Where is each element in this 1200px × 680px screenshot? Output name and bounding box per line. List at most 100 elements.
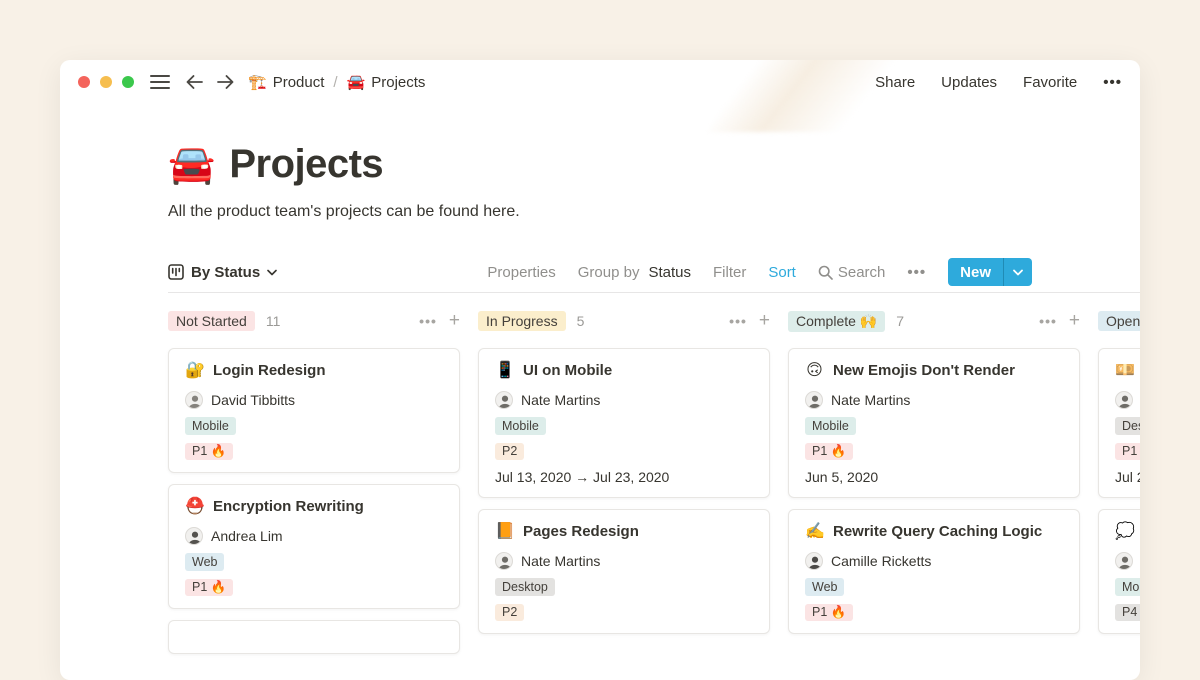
view-switcher[interactable]: By Status (168, 264, 277, 281)
column-count: 5 (577, 313, 585, 329)
column-in-progress: In Progress 5 ••• + 📱 UI on Mobile (478, 309, 770, 654)
upside-down-face-icon: 🙃 (805, 360, 824, 380)
platform-tag: Mobile (1115, 578, 1140, 596)
search-label: Search (838, 264, 886, 281)
board-card[interactable]: 📱 UI on Mobile Nate Martins Mobile P2 (478, 348, 770, 498)
writing-hand-icon: ✍️ (805, 521, 824, 541)
board-card[interactable]: 🔐 Login Redesign David Tibbitts Mobile P… (168, 348, 460, 473)
breadcrumb-product[interactable]: 🏗️ Product (248, 73, 324, 91)
new-button-group: New (948, 258, 1032, 286)
lock-key-icon: 🔐 (185, 360, 204, 380)
group-by-value: Status (648, 264, 691, 281)
board-card[interactable]: 💭 C S Mobile P4 (1098, 509, 1140, 634)
board-card[interactable]: ⛑️ Encryption Rewriting Andrea Lim Web P… (168, 484, 460, 609)
thought-balloon-icon: 💭 (1115, 521, 1134, 541)
mobile-phone-icon: 📱 (495, 360, 514, 380)
breadcrumb-separator: / (331, 74, 339, 91)
breadcrumb-projects[interactable]: 🚘 Projects (347, 73, 426, 91)
avatar (1115, 391, 1133, 409)
minimize-button[interactable] (100, 76, 112, 88)
column-add-icon[interactable]: + (1069, 311, 1080, 330)
window-topbar: 🏗️ Product / 🚘 Projects Share Updates Fa… (60, 60, 1140, 104)
new-button[interactable]: New (948, 258, 1003, 286)
chevron-down-icon (267, 269, 277, 276)
view-switcher-label: By Status (191, 264, 260, 281)
platform-tag: Web (805, 578, 844, 596)
avatar (185, 527, 203, 545)
breadcrumb-product-label: Product (273, 74, 325, 91)
card-title: Login Redesign (213, 362, 326, 379)
card-date-range: Jul 13, 2020 → Jul 23, 2020 (495, 469, 753, 485)
status-badge[interactable]: Open (1098, 311, 1140, 331)
priority-tag: P1 🔥 (185, 579, 233, 597)
priority-tag: P4 (1115, 604, 1140, 622)
column-count: 7 (896, 313, 904, 329)
card-title: New Emojis Don't Render (833, 362, 1015, 379)
status-badge[interactable]: In Progress (478, 311, 566, 331)
helmet-icon: ⛑️ (185, 496, 204, 516)
toolbar-more-icon[interactable]: ••• (907, 264, 926, 281)
page-description: All the product team's projects can be f… (168, 203, 1140, 221)
platform-tag: Mobile (805, 417, 856, 435)
search-button[interactable]: Search (818, 264, 886, 281)
status-badge[interactable]: Complete 🙌 (788, 311, 885, 332)
assignee-name: Camille Ricketts (831, 553, 931, 569)
close-button[interactable] (78, 76, 90, 88)
priority-tag: P2 (495, 443, 524, 461)
more-options-icon[interactable]: ••• (1103, 74, 1122, 91)
construction-crane-icon: 🏗️ (248, 73, 267, 91)
back-arrow-icon[interactable] (186, 75, 203, 89)
card-title: UI on Mobile (523, 362, 612, 379)
platform-tag: Desktop (1115, 417, 1140, 435)
column-more-icon[interactable]: ••• (729, 314, 747, 328)
board-view-icon (168, 264, 184, 280)
column-complete: Complete 🙌 7 ••• + 🙃 New Emojis Don't Re… (788, 309, 1080, 654)
board-card[interactable] (168, 620, 460, 654)
assignee-name: Nate Martins (521, 553, 600, 569)
board-card[interactable]: ✍️ Rewrite Query Caching Logic Camille R… (788, 509, 1080, 634)
breadcrumb-projects-label: Projects (371, 74, 425, 91)
group-by-label: Group by (578, 264, 640, 281)
avatar (495, 391, 513, 409)
notion-window: 🏗️ Product / 🚘 Projects Share Updates Fa… (60, 60, 1140, 680)
avatar (185, 391, 203, 409)
priority-tag: P2 (495, 604, 524, 622)
card-date: Jun 5, 2020 (805, 469, 1063, 485)
column-more-icon[interactable]: ••• (419, 314, 437, 328)
sidebar-menu-icon[interactable] (150, 75, 170, 89)
orange-book-icon: 📙 (495, 521, 514, 541)
column-add-icon[interactable]: + (759, 311, 770, 330)
assignee-name: David Tibbitts (211, 392, 295, 408)
column-not-started: Not Started 11 ••• + 🔐 Login Redesign (168, 309, 460, 654)
search-icon (818, 265, 833, 280)
filter-button[interactable]: Filter (713, 264, 746, 281)
updates-button[interactable]: Updates (941, 74, 997, 91)
toolbar-divider (168, 292, 1140, 293)
priority-tag: P1 🔥 (185, 443, 233, 461)
board-card[interactable]: 🙃 New Emojis Don't Render Nate Martins M… (788, 348, 1080, 498)
column-count: 11 (266, 313, 281, 329)
group-by-button[interactable]: Group by Status (578, 264, 691, 281)
favorite-button[interactable]: Favorite (1023, 74, 1077, 91)
board-card[interactable]: 📙 Pages Redesign Nate Martins Desktop P2 (478, 509, 770, 634)
sort-button[interactable]: Sort (768, 264, 796, 281)
column-add-icon[interactable]: + (449, 311, 460, 330)
column-more-icon[interactable]: ••• (1039, 314, 1057, 328)
avatar (805, 391, 823, 409)
platform-tag: Mobile (185, 417, 236, 435)
avatar (805, 552, 823, 570)
page-icon-car[interactable]: 🚘 (168, 146, 215, 184)
new-dropdown-button[interactable] (1003, 258, 1032, 286)
properties-button[interactable]: Properties (487, 264, 555, 281)
zoom-button[interactable] (122, 76, 134, 88)
card-title: Pages Redesign (523, 523, 639, 540)
priority-tag: P1 🔥 (1115, 443, 1140, 461)
column-open: Open 💴 P (1098, 309, 1140, 654)
assignee-name: Nate Martins (831, 392, 910, 408)
board-card[interactable]: 💴 P N Desktop P1 🔥 Jul 2 (1098, 348, 1140, 498)
share-button[interactable]: Share (875, 74, 915, 91)
platform-tag: Desktop (495, 578, 555, 596)
car-icon: 🚘 (347, 73, 366, 91)
status-badge[interactable]: Not Started (168, 311, 255, 331)
forward-arrow-icon[interactable] (217, 75, 234, 89)
